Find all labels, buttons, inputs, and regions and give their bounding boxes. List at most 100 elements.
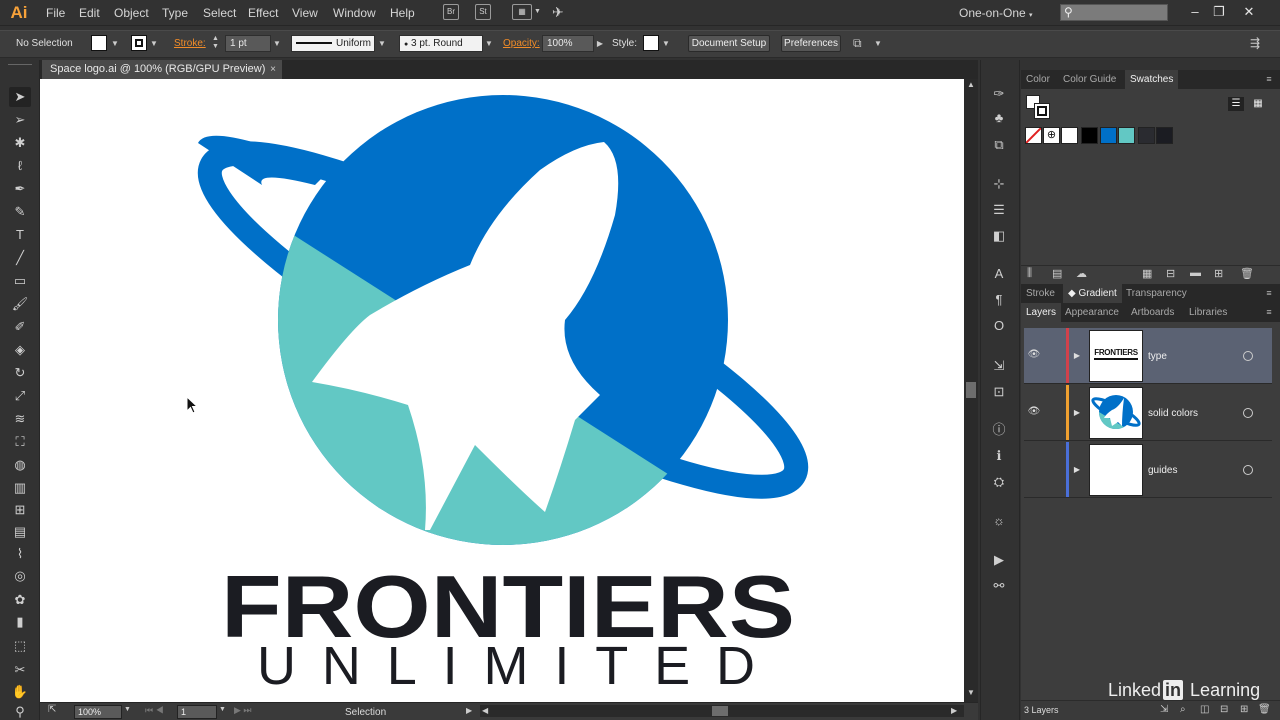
opacity-label[interactable]: Opacity: (503, 38, 540, 49)
scale-tool-icon[interactable]: ⤢ (9, 386, 31, 406)
list-view-icon[interactable]: ☰ (1228, 97, 1244, 111)
scroll-down-icon[interactable]: ▼ (964, 688, 978, 700)
collect-for-export-icon[interactable]: ⇲ (1160, 704, 1168, 715)
stroke-weight-field[interactable]: 1 pt (225, 35, 271, 52)
profile-dropdown[interactable]: ▼ (377, 35, 387, 52)
menu-edit[interactable]: Edit (79, 6, 100, 20)
new-color-group-icon[interactable]: ▬ (1190, 267, 1201, 279)
tab-color-guide[interactable]: Color Guide (1058, 70, 1121, 89)
graphic-styles-panel-icon[interactable]: ⧉ (988, 135, 1010, 155)
rotate-tool-icon[interactable]: ↻ (9, 363, 31, 383)
column-graph-tool-icon[interactable]: ▮ (9, 612, 31, 632)
gradient-panel-menu-icon[interactable]: ≡ (1262, 284, 1276, 303)
artboard-canvas[interactable]: FRONTIERS UNLIMITED (40, 79, 964, 702)
scroll-right-icon[interactable]: ▶ (951, 706, 957, 715)
blend-tool-icon[interactable]: ◎ (9, 566, 31, 586)
brushes-panel-icon[interactable]: ✑ (988, 84, 1010, 104)
arrange-documents-icon[interactable]: ▦ (512, 4, 532, 20)
layer-name[interactable]: guides (1148, 465, 1177, 476)
swatch-none[interactable] (1025, 127, 1042, 144)
stroke-swatch-dropdown[interactable]: ▼ (149, 35, 159, 52)
actions-panel-icon[interactable]: ▶ (988, 550, 1010, 570)
paintbrush-tool-icon[interactable]: 🖌 (9, 294, 31, 314)
vertical-scroll-thumb[interactable] (966, 382, 976, 398)
layer-name[interactable]: solid colors (1148, 408, 1198, 419)
layers-panel-menu-icon[interactable]: ≡ (1262, 303, 1276, 322)
opentype-panel-icon[interactable]: O (988, 316, 1010, 336)
stroke-stepper-icon[interactable]: ▲ ▼ (212, 35, 219, 51)
artboard-tool-icon[interactable]: ⬚ (9, 636, 31, 656)
clipping-mask-icon[interactable]: ◫ (1200, 704, 1209, 715)
scroll-left-icon[interactable]: ◀ (482, 706, 488, 715)
lasso-tool-icon[interactable]: ℓ (9, 156, 31, 176)
layer-target-icon[interactable] (1243, 408, 1253, 418)
fill-swatch[interactable] (91, 35, 107, 51)
menu-object[interactable]: Object (114, 6, 149, 20)
first-artboard-icon[interactable]: ⏮ ◀ (145, 705, 164, 716)
tab-gradient[interactable]: ◆ Gradient (1063, 284, 1122, 303)
style-dropdown[interactable]: ▼ (661, 35, 671, 52)
bridge-icon[interactable]: Br (443, 4, 459, 20)
artboard-number-field[interactable]: 1 (177, 705, 217, 719)
new-layer-icon[interactable]: ⊞ (1240, 704, 1248, 715)
swatch-blue[interactable] (1100, 127, 1117, 144)
slice-tool-icon[interactable]: ✂ (9, 660, 31, 680)
stroke-weight-dropdown[interactable]: ▼ (272, 35, 282, 52)
opacity-arrow[interactable]: ▶ (595, 35, 605, 52)
close-icon[interactable]: ✕ (1240, 3, 1258, 21)
image-trace-panel-icon[interactable]: ⛭ (988, 472, 1010, 492)
swatch-libraries-icon[interactable]: ⫼ (1027, 267, 1032, 280)
menu-help[interactable]: Help (390, 6, 415, 20)
paragraph-panel-icon[interactable]: ¶ (988, 290, 1010, 310)
layer-target-icon[interactable] (1243, 351, 1253, 361)
status-menu-arrow-icon[interactable]: ▶ (466, 706, 472, 715)
horizontal-scroll-thumb[interactable] (712, 706, 728, 716)
rectangle-tool-icon[interactable]: ▭ (9, 271, 31, 291)
tab-libraries[interactable]: Libraries (1184, 303, 1232, 322)
line-tool-icon[interactable]: ╱ (9, 248, 31, 268)
tab-appearance[interactable]: Appearance (1060, 303, 1124, 322)
type-tool-icon[interactable]: T (9, 225, 31, 245)
menu-window[interactable]: Window (333, 6, 376, 20)
brush-dropdown[interactable]: ▼ (484, 35, 494, 52)
info-panel-icon[interactable]: ⓘ (988, 420, 1010, 440)
chevron-down-icon[interactable]: ▼ (534, 8, 541, 15)
place-swatches-icon[interactable]: ▤ (1052, 267, 1062, 280)
panel-options-icon[interactable]: ⇶ (1250, 36, 1260, 50)
shape-builder-tool-icon[interactable]: ◍ (9, 455, 31, 475)
visibility-eye-icon[interactable]: 👁 (1027, 406, 1041, 420)
transform-panel-icon[interactable]: ⊹ (988, 174, 1010, 194)
locate-object-icon[interactable]: ⌕ (1180, 704, 1186, 715)
swatch-white[interactable] (1061, 127, 1078, 144)
swatch-black[interactable] (1081, 127, 1098, 144)
thumbnail-view-icon[interactable]: ▦ (1250, 97, 1266, 111)
arrange-dropdown[interactable]: ▼ (873, 35, 883, 52)
tab-artboards[interactable]: Artboards (1126, 303, 1179, 322)
gpu-performance-icon[interactable]: ✈ (552, 4, 564, 21)
swatch-cloud-icon[interactable]: ☁ (1076, 267, 1087, 280)
appearance-settings-icon[interactable]: ☼ (988, 511, 1010, 531)
brush-definition[interactable]: ● 3 pt. Round (399, 35, 483, 52)
selection-tool-icon[interactable]: ➤ (9, 87, 31, 107)
graphic-style-swatch[interactable] (643, 35, 659, 51)
menu-view[interactable]: View (292, 6, 318, 20)
new-sublayer-icon[interactable]: ⊟ (1220, 704, 1228, 715)
show-swatch-kinds-icon[interactable]: ▦ (1142, 267, 1152, 280)
menu-effect[interactable]: Effect (248, 6, 278, 20)
links-panel-icon[interactable]: ⊡ (988, 382, 1010, 402)
new-swatch-icon[interactable]: ⊞ (1214, 267, 1223, 280)
expand-layer-icon[interactable]: ▶ (1072, 408, 1082, 418)
stroke-swatch[interactable] (131, 35, 147, 51)
scroll-up-icon[interactable]: ▲ (964, 80, 978, 92)
artboard-dropdown-icon[interactable]: ▼ (219, 706, 226, 713)
expand-layer-icon[interactable]: ▶ (1072, 465, 1082, 475)
pen-tool-icon[interactable]: ✒ (9, 179, 31, 199)
stock-icon[interactable]: St (475, 4, 491, 20)
minimize-icon[interactable]: – (1186, 3, 1204, 21)
swatch-options-icon[interactable]: ⊟ (1166, 267, 1175, 280)
menu-type[interactable]: Type (162, 6, 188, 20)
stroke-label[interactable]: Stroke: (174, 38, 206, 49)
workspace-switcher[interactable]: One-on-One ▾ (959, 6, 1033, 20)
zoom-tool-icon[interactable]: ⚲ (9, 702, 31, 720)
shaper-tool-icon[interactable]: ✐ (9, 317, 31, 337)
